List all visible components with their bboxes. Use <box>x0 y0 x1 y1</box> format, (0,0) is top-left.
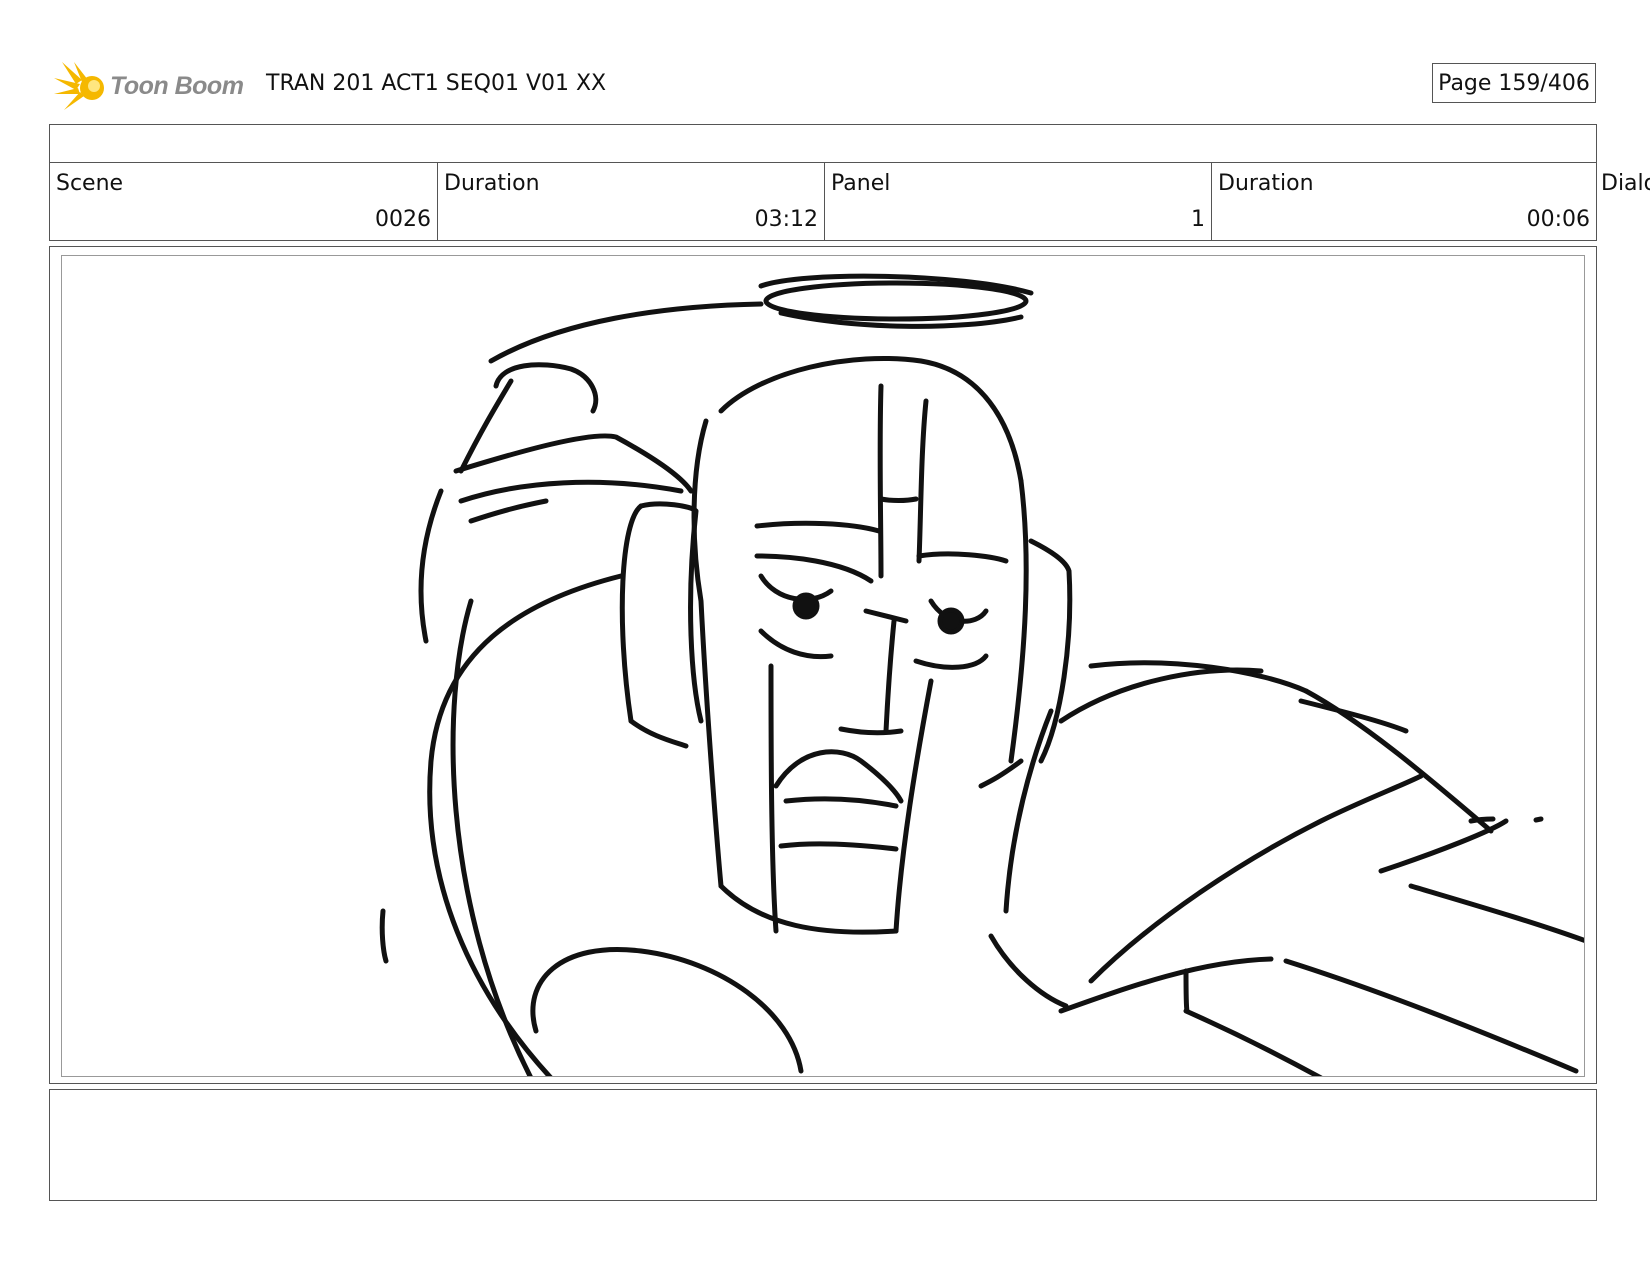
panel-value: 1 <box>1191 207 1205 232</box>
panel-duration-cell: Duration 00:06 <box>1211 163 1596 240</box>
scene-value: 0026 <box>375 207 431 232</box>
info-blank-row <box>50 125 1596 163</box>
scene-duration-label: Duration <box>444 171 540 196</box>
panel-cell: Panel 1 <box>824 163 1211 240</box>
document-title: TRAN 201 ACT1 SEQ01 V01 XX <box>266 71 607 96</box>
logo-wordmark: Toon Boom <box>110 71 244 100</box>
panel-notes-box <box>49 1089 1597 1201</box>
panel-duration-value: 00:06 <box>1526 207 1590 232</box>
scene-duration-cell: Duration 03:12 <box>437 163 824 240</box>
storyboard-panel-image <box>61 255 1585 1077</box>
scene-cell: Scene 0026 <box>50 163 437 240</box>
dialogue-label: Dialo <box>1601 171 1650 196</box>
scene-label: Scene <box>56 171 124 196</box>
scene-duration-value: 03:12 <box>754 207 818 232</box>
toon-boom-logo: Toon Boom <box>52 58 252 114</box>
page-counter: Page 159/406 <box>1432 63 1596 103</box>
panel-duration-label: Duration <box>1218 171 1314 196</box>
sketch-drawing <box>379 273 1584 1076</box>
toon-boom-star-icon <box>54 62 104 110</box>
panel-info-table: Scene 0026 Duration 03:12 Panel 1 Durati… <box>49 124 1597 241</box>
panel-label: Panel <box>831 171 891 196</box>
